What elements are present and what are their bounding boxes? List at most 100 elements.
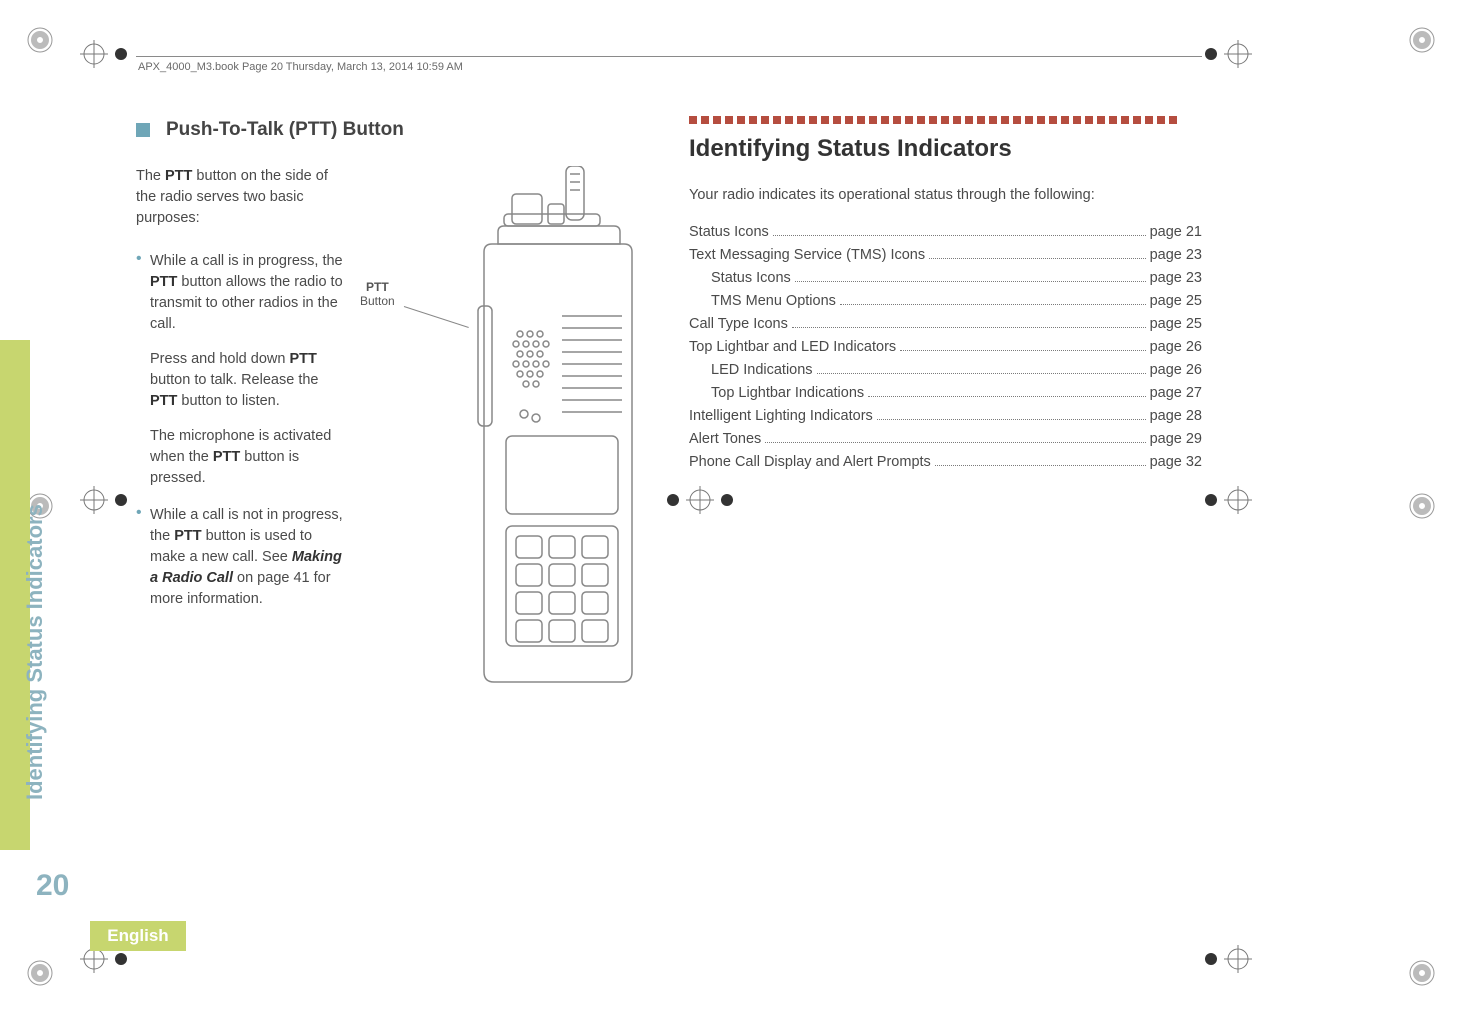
toc-row-label: Status Icons [689, 222, 769, 243]
dash-icon [857, 116, 865, 124]
toc-row-page: page 23 [1150, 245, 1202, 266]
ptt-bullet-1: While a call is in progress, the PTT but… [136, 251, 346, 489]
heading-square-icon [136, 123, 150, 137]
register-mark [1204, 40, 1252, 68]
ptt-bullet-1-sub1: Press and hold down PTT button to talk. … [150, 349, 346, 412]
toc-row-dots [773, 235, 1146, 236]
printer-mark-mid-right [1402, 486, 1442, 526]
text-bold: PTT [150, 274, 177, 290]
toc-row-dots [929, 258, 1145, 259]
dash-icon [1013, 116, 1021, 124]
toc-row-label: Status Icons [711, 268, 791, 289]
dash-icon [845, 116, 853, 124]
text-bold: PTT [213, 449, 240, 465]
dash-icon [1049, 116, 1057, 124]
toc-row: Intelligent Lighting Indicatorspage 28 [689, 406, 1202, 427]
ptt-body: The PTT button on the side of the radio … [136, 166, 649, 893]
dash-icon [917, 116, 925, 124]
ptt-intro: The PTT button on the side of the radio … [136, 166, 346, 229]
dash-icon [797, 116, 805, 124]
toc-row-label: Call Type Icons [689, 314, 788, 335]
dash-icon [773, 116, 781, 124]
dash-icon [725, 116, 733, 124]
page-header-line: APX_4000_M3.book Page 20 Thursday, March… [136, 56, 1202, 73]
toc-row-label: TMS Menu Options [711, 291, 836, 312]
toc-row-label: LED Indications [711, 360, 813, 381]
toc-row-page: page 25 [1150, 314, 1202, 335]
ptt-callout-label: PTT Button [360, 280, 395, 309]
left-section-heading: Push-To-Talk (PTT) Button [166, 116, 404, 144]
toc-row-dots [817, 373, 1146, 374]
toc-row-dots [868, 396, 1145, 397]
toc-row-page: page 26 [1150, 337, 1202, 358]
toc-row: Status Icons page 21 [689, 222, 1202, 243]
dash-icon [1121, 116, 1129, 124]
dash-icon [941, 116, 949, 124]
dash-icon [893, 116, 901, 124]
right-section-heading: Identifying Status Indicators [689, 132, 1202, 167]
text: button allows the radio to transmit to o… [150, 274, 343, 332]
toc-row-label: Text Messaging Service (TMS) Icons [689, 245, 925, 266]
toc-row-dots [877, 419, 1146, 420]
dash-icon [749, 116, 757, 124]
toc-row-dots [795, 281, 1146, 282]
toc-row-page: page 21 [1150, 222, 1202, 243]
text: The [136, 168, 165, 184]
ptt-illustration: PTT Button [360, 166, 649, 686]
toc-row-label: Phone Call Display and Alert Prompts [689, 452, 931, 473]
dash-icon [977, 116, 985, 124]
toc-row: Call Type Icons page 25 [689, 314, 1202, 335]
dash-icon [1097, 116, 1105, 124]
dash-icon [833, 116, 841, 124]
dash-icon [1157, 116, 1165, 124]
text: button to talk. Release the [150, 372, 318, 388]
right-column: Identifying Status Indicators Your radio… [689, 116, 1202, 893]
printer-mark-top-right [1402, 20, 1442, 60]
dash-icon [953, 116, 961, 124]
toc-row: Alert Tonespage 29 [689, 429, 1202, 450]
dash-icon [965, 116, 973, 124]
text: While a call is in progress, the [150, 253, 343, 269]
ptt-bullet-2: While a call is not in progress, the PTT… [136, 505, 346, 610]
toc-row-label: Top Lightbar and LED Indicators [689, 337, 896, 358]
dash-icon [761, 116, 769, 124]
dash-icon [881, 116, 889, 124]
toc-row: Phone Call Display and Alert Promptspage… [689, 452, 1202, 473]
ptt-text-block: The PTT button on the side of the radio … [136, 166, 346, 626]
toc-row-page: page 23 [1150, 268, 1202, 289]
right-heading-dash-bar [689, 116, 1202, 124]
toc-row-page: page 27 [1150, 383, 1202, 404]
toc-row: Status Icons page 23 [689, 268, 1202, 289]
dash-icon [1133, 116, 1141, 124]
dash-icon [869, 116, 877, 124]
dash-icon [1025, 116, 1033, 124]
text-bold: PTT [165, 168, 192, 184]
toc-row: Text Messaging Service (TMS) Icons page 2… [689, 245, 1202, 266]
dash-icon [689, 116, 697, 124]
register-mark [1204, 486, 1252, 514]
dash-icon [1085, 116, 1093, 124]
text: button to listen. [177, 393, 279, 409]
text: Button [360, 294, 395, 308]
page-body: Push-To-Talk (PTT) Button The PTT button… [136, 116, 1202, 893]
dash-icon [929, 116, 937, 124]
register-mark [1204, 945, 1252, 973]
dash-icon [701, 116, 709, 124]
toc-row-dots [840, 304, 1146, 305]
side-chapter-title-text: Identifying Status Indicators [22, 504, 48, 800]
dash-icon [905, 116, 913, 124]
toc-row-page: page 26 [1150, 360, 1202, 381]
toc-row-dots [900, 350, 1145, 351]
printer-mark-top-left [20, 20, 60, 60]
right-toc-list: Status Iconspage 21Text Messaging Servic… [689, 222, 1202, 473]
dash-icon [1169, 116, 1177, 124]
right-lead-paragraph: Your radio indicates its operational sta… [689, 185, 1202, 206]
footer-language-text: English [107, 926, 168, 946]
dash-icon [989, 116, 997, 124]
toc-row: Top Lightbar Indicationspage 27 [689, 383, 1202, 404]
toc-row: Top Lightbar and LED Indicators page 26 [689, 337, 1202, 358]
text-bold: PTT [150, 393, 177, 409]
toc-row-dots [792, 327, 1146, 328]
page-number: 20 [36, 869, 69, 903]
toc-row: TMS Menu Optionspage 25 [689, 291, 1202, 312]
